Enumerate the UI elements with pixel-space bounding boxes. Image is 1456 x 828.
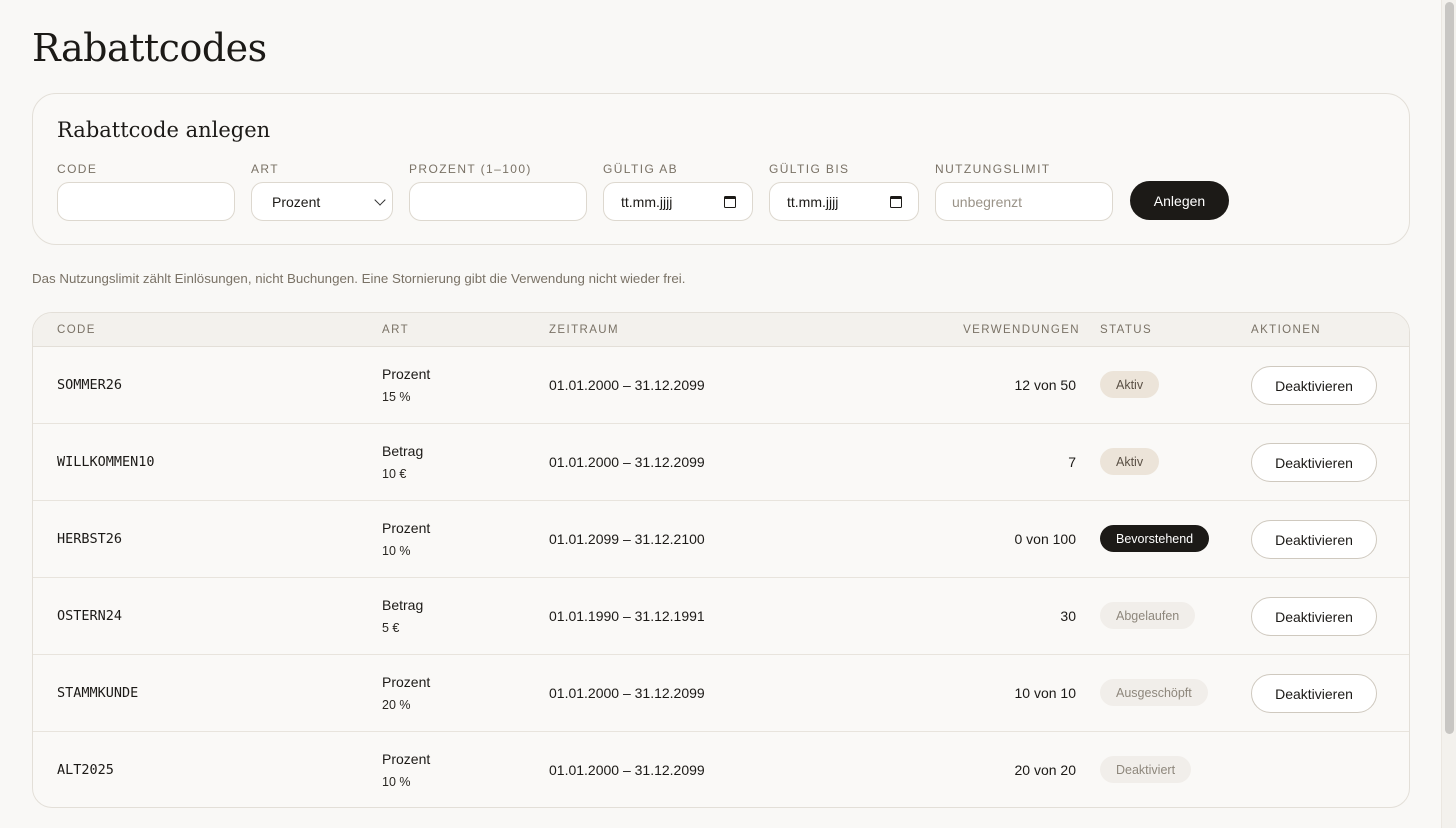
code-field: Code [57,162,235,221]
header-aktionen: Aktionen [1251,324,1321,336]
row-code: SOMMER26 [57,377,123,393]
row-period: 01.01.2000 – 31.12.2099 [549,377,705,393]
row-period: 01.01.1990 – 31.12.1991 [549,608,705,624]
row-type: Betrag [382,597,424,613]
gueltig-ab-value: tt.mm.jjjj [621,193,673,210]
row-period: 01.01.2000 – 31.12.2099 [549,685,705,701]
row-uses: 20 von 20 [1014,762,1077,778]
art-select[interactable]: Prozent [251,182,393,221]
art-label: Art [251,162,279,176]
code-input[interactable] [57,182,235,221]
row-uses: 10 von 10 [1014,685,1077,701]
status-badge: Bevorstehend [1100,525,1210,552]
deactivate-button[interactable]: Deaktivieren [1251,520,1377,559]
nutzungslimit-label: Nutzungslimit [935,162,1051,176]
gueltig-ab-input[interactable]: tt.mm.jjjj [603,182,753,221]
header-art: Art [382,324,409,336]
deactivate-button[interactable]: Deaktivieren [1251,366,1377,405]
create-button[interactable]: Anlegen [1130,181,1229,220]
table-row: SOMMER26 Prozent 15 % 01.01.2000 – 31.12… [33,347,1409,424]
row-code: STAMMKUNDE [57,685,139,701]
row-amount: 15 % [382,390,411,404]
nutzungslimit-input[interactable]: unbegrenzt [935,182,1113,221]
row-type: Prozent [382,520,431,536]
status-badge: Deaktiviert [1100,756,1192,783]
row-period: 01.01.2000 – 31.12.2099 [549,762,705,778]
gueltig-ab-field: Gültig ab tt.mm.jjjj [603,162,753,221]
art-select-value: Prozent [272,193,321,210]
table-row: STAMMKUNDE Prozent 20 % 01.01.2000 – 31.… [33,655,1409,732]
header-verwendungen: Verwendungen [963,324,1080,336]
row-type: Prozent [382,366,431,382]
create-discount-card: Rabattcode anlegen Code Art Prozent Proz… [32,93,1410,245]
calendar-icon[interactable] [890,195,902,208]
gueltig-bis-field: Gültig bis tt.mm.jjjj [769,162,919,221]
row-code: HERBST26 [57,531,123,547]
status-badge: Abgelaufen [1100,602,1196,629]
nutzungslimit-field: Nutzungslimit unbegrenzt [935,162,1113,221]
table-row: ALT2025 Prozent 10 % 01.01.2000 – 31.12.… [33,732,1409,807]
row-type: Prozent [382,674,431,690]
table-header: Code Art Zeitraum Verwendungen Status Ak… [33,313,1409,347]
discount-table: Code Art Zeitraum Verwendungen Status Ak… [32,312,1410,808]
row-period: 01.01.2099 – 31.12.2100 [549,531,705,547]
scrollbar-thumb[interactable] [1445,2,1454,734]
row-uses: 12 von 50 [1014,377,1077,393]
row-code: ALT2025 [57,762,114,778]
table-row: WILLKOMMEN10 Betrag 10 € 01.01.2000 – 31… [33,424,1409,501]
row-uses: 7 [1068,454,1076,470]
row-period: 01.01.2000 – 31.12.2099 [549,454,705,470]
prozent-field: Prozent (1–100) [409,162,587,221]
table-row: HERBST26 Prozent 10 % 01.01.2099 – 31.12… [33,501,1409,578]
header-zeitraum: Zeitraum [549,324,619,336]
header-code: Code [57,324,96,336]
row-amount: 10 € [382,467,407,481]
deactivate-button[interactable]: Deaktivieren [1251,674,1377,713]
calendar-icon[interactable] [724,195,736,208]
status-badge: Ausgeschöpft [1100,679,1208,706]
code-label: Code [57,162,98,176]
header-status: Status [1100,324,1153,336]
deactivate-button[interactable]: Deaktivieren [1251,597,1377,636]
gueltig-ab-label: Gültig ab [603,162,679,176]
usage-limit-note: Das Nutzungslimit zählt Einlösungen, nic… [32,271,686,286]
prozent-input[interactable] [409,182,587,221]
row-type: Prozent [382,751,431,767]
row-code: OSTERN24 [57,608,123,624]
row-amount: 10 % [382,775,411,789]
deactivate-button[interactable]: Deaktivieren [1251,443,1377,482]
chevron-down-icon [374,193,386,206]
page-title: Rabattcodes [32,26,267,70]
row-code: WILLKOMMEN10 [57,454,155,470]
row-amount: 10 % [382,544,411,558]
table-row: OSTERN24 Betrag 5 € 01.01.1990 – 31.12.1… [33,578,1409,655]
create-card-title: Rabattcode anlegen [57,118,271,142]
status-badge: Aktiv [1100,448,1160,475]
status-badge: Aktiv [1100,371,1160,398]
row-uses: 0 von 100 [1014,531,1077,547]
row-type: Betrag [382,443,424,459]
prozent-label: Prozent (1–100) [409,162,532,176]
page-scrollbar[interactable] [1441,0,1456,828]
row-amount: 5 € [382,621,400,635]
gueltig-bis-label: Gültig bis [769,162,850,176]
gueltig-bis-input[interactable]: tt.mm.jjjj [769,182,919,221]
row-amount: 20 % [382,698,411,712]
art-field: Art Prozent [251,162,393,221]
gueltig-bis-value: tt.mm.jjjj [787,193,839,210]
row-uses: 30 [1060,608,1076,624]
